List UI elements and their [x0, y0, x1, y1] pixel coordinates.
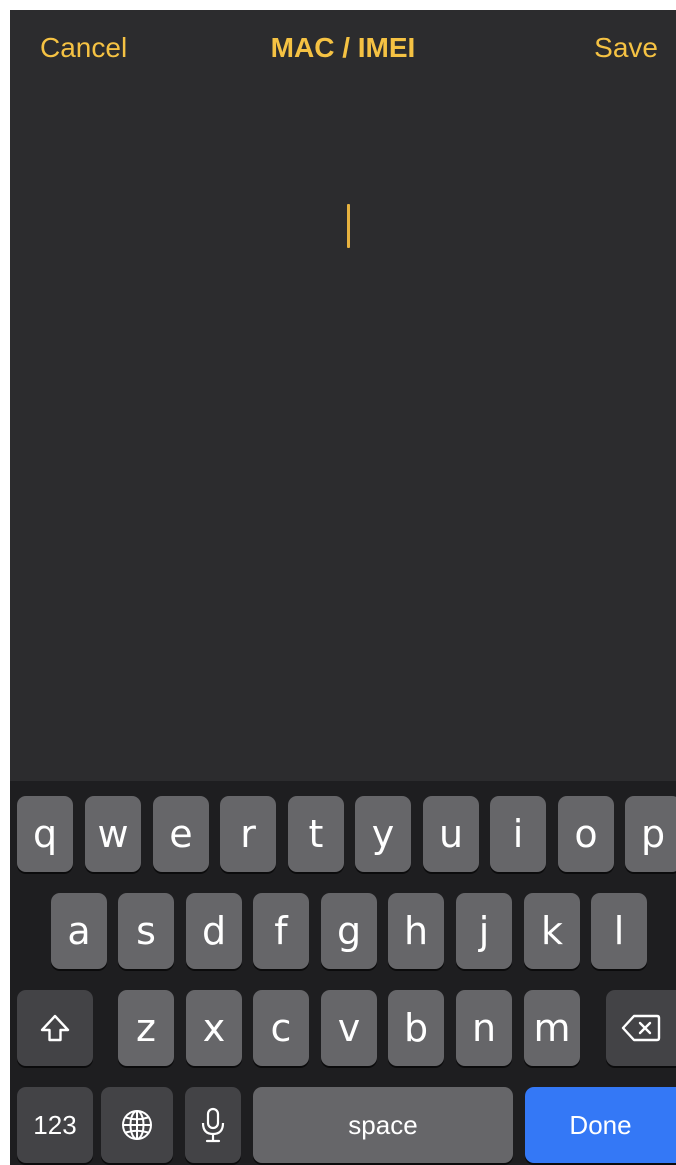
space-key-label: space — [348, 1109, 418, 1140]
navigation-bar: Cancel MAC / IMEI Save — [10, 10, 676, 84]
key-w[interactable]: w — [85, 796, 141, 872]
key-d[interactable]: d — [186, 893, 242, 969]
key-z[interactable]: z — [118, 990, 174, 1066]
screen: Cancel MAC / IMEI Save q w e r t y u i o… — [10, 10, 676, 1165]
delete-icon — [621, 1013, 661, 1043]
done-button[interactable]: Done — [525, 1087, 676, 1163]
key-t[interactable]: t — [288, 796, 344, 872]
key-l[interactable]: l — [591, 893, 647, 969]
key-y[interactable]: y — [355, 796, 411, 872]
delete-key[interactable] — [606, 990, 676, 1066]
page-title: MAC / IMEI — [270, 32, 416, 63]
key-h[interactable]: h — [388, 893, 444, 969]
key-x[interactable]: x — [186, 990, 242, 1066]
key-n[interactable]: n — [456, 990, 512, 1066]
key-a[interactable]: a — [51, 893, 107, 969]
text-editor[interactable] — [10, 84, 676, 780]
key-o[interactable]: o — [558, 796, 614, 872]
keyboard: q w e r t y u i o p a s d f g h j k l z … — [10, 781, 676, 1165]
key-k[interactable]: k — [524, 893, 580, 969]
key-e[interactable]: e — [153, 796, 209, 872]
key-i[interactable]: i — [490, 796, 546, 872]
numbers-key-label: 123 — [33, 1109, 77, 1140]
key-s[interactable]: s — [118, 893, 174, 969]
space-key[interactable]: space — [253, 1087, 513, 1163]
globe-icon — [120, 1108, 154, 1142]
key-j[interactable]: j — [456, 893, 512, 969]
numbers-key[interactable]: 123 — [17, 1087, 93, 1163]
key-b[interactable]: b — [388, 990, 444, 1066]
microphone-key[interactable] — [185, 1087, 241, 1163]
key-u[interactable]: u — [423, 796, 479, 872]
key-c[interactable]: c — [253, 990, 309, 1066]
key-q[interactable]: q — [17, 796, 73, 872]
key-f[interactable]: f — [253, 893, 309, 969]
key-m[interactable]: m — [524, 990, 580, 1066]
microphone-icon — [200, 1106, 226, 1144]
key-r[interactable]: r — [220, 796, 276, 872]
save-button[interactable]: Save — [594, 32, 658, 64]
globe-key[interactable] — [101, 1087, 173, 1163]
done-button-label: Done — [569, 1109, 632, 1140]
text-cursor — [347, 204, 350, 248]
key-v[interactable]: v — [321, 990, 377, 1066]
shift-key[interactable] — [17, 990, 93, 1066]
key-p[interactable]: p — [625, 796, 676, 872]
shift-icon — [39, 1012, 71, 1044]
key-g[interactable]: g — [321, 893, 377, 969]
